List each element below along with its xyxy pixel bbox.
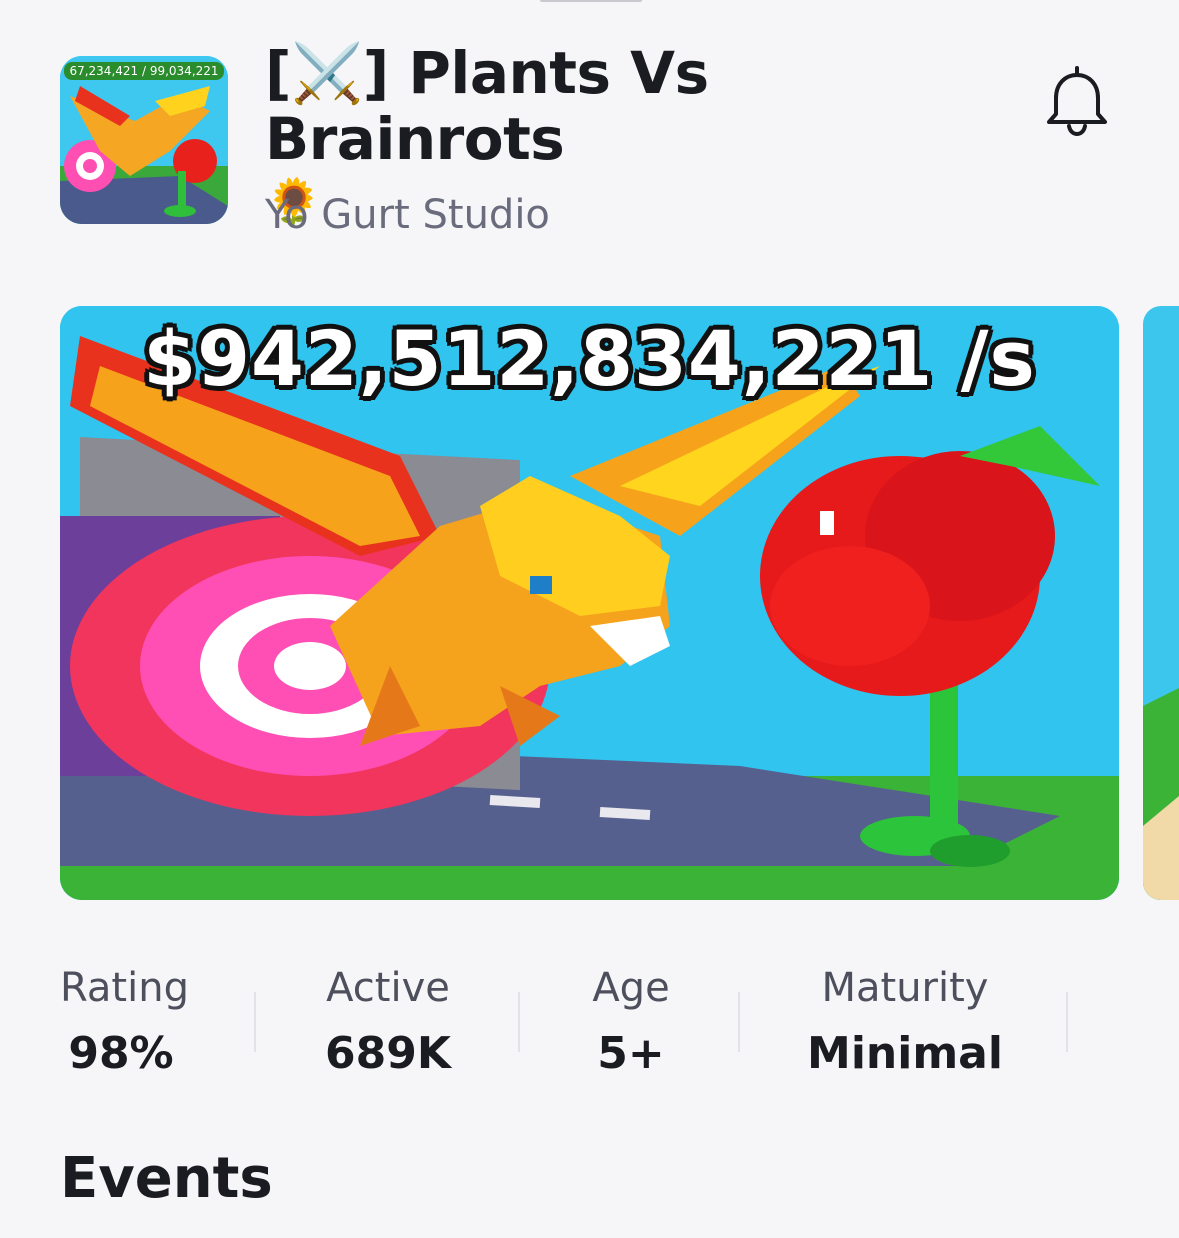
game-icon-art <box>60 56 228 224</box>
bell-icon <box>1047 66 1107 137</box>
game-title-text: [⚔️] Plants Vs Brainrots <box>265 39 709 173</box>
game-stats: Rating 98% Active 689K Age 5+ Maturity M… <box>0 960 1179 1100</box>
game-icon-counter: 67,234,421 / 99,034,221 <box>64 62 224 80</box>
stat-label: Active <box>326 965 450 1011</box>
stat-value: Minimal <box>807 1028 1003 1079</box>
stat-label: Rating <box>60 965 189 1011</box>
stat-divider <box>518 992 520 1052</box>
stat-rating: Rating 98% <box>60 960 189 1086</box>
game-details-page: 67,234,421 / 99,034,221 [⚔️] Plants Vs B… <box>0 0 1179 1238</box>
notification-bell-button[interactable] <box>1042 62 1112 138</box>
stat-age: Age 5+ <box>580 960 682 1086</box>
stat-divider <box>738 992 740 1052</box>
stat-divider <box>1066 992 1068 1052</box>
creator-name[interactable]: Yo Gurt Studio <box>265 192 550 238</box>
stat-label: Age <box>592 965 670 1011</box>
sheet-grabber[interactable] <box>540 0 642 2</box>
events-heading: Events <box>60 1146 273 1211</box>
stat-divider <box>254 992 256 1052</box>
carousel-next-thumbnail[interactable] <box>1143 306 1179 900</box>
media-carousel[interactable]: $942,512,834,221 /s <box>60 306 1179 900</box>
game-icon[interactable]: 67,234,421 / 99,034,221 <box>60 56 228 224</box>
stat-value: 5+ <box>597 1028 665 1079</box>
stat-value: 98% <box>68 1028 174 1079</box>
stat-maturity: Maturity Minimal <box>800 960 1010 1086</box>
next-thumbnail-art <box>1143 306 1179 900</box>
stat-value: 689K <box>325 1028 451 1079</box>
stat-active: Active 689K <box>318 960 458 1086</box>
stat-label: Maturity <box>821 965 989 1011</box>
game-header: 67,234,421 / 99,034,221 [⚔️] Plants Vs B… <box>60 40 1140 260</box>
carousel-thumbnail[interactable]: $942,512,834,221 /s <box>60 306 1119 900</box>
thumbnail-banner-text: $942,512,834,221 /s <box>143 314 1036 403</box>
